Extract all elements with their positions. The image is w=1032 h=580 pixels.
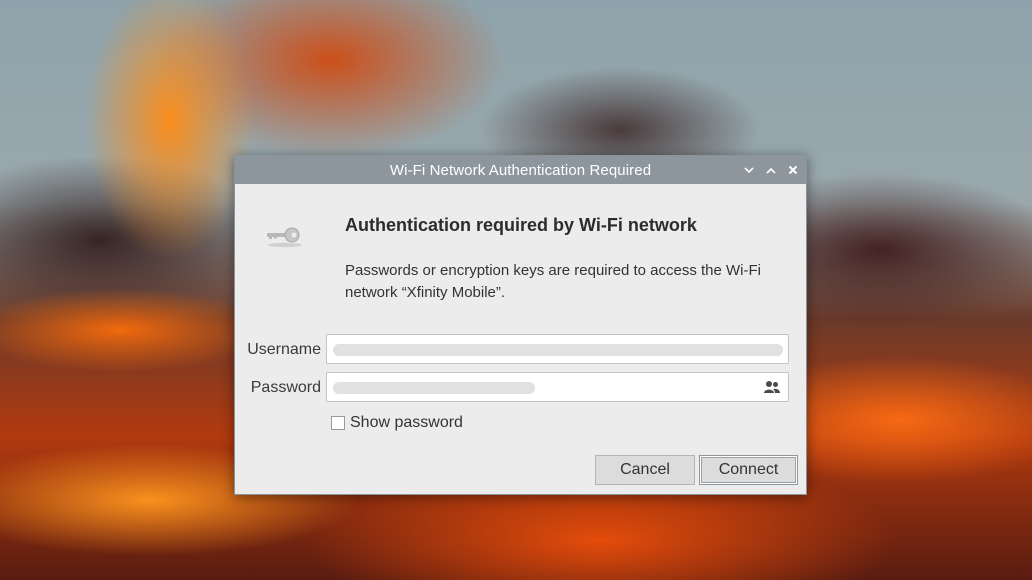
- password-field[interactable]: [326, 372, 789, 402]
- titlebar[interactable]: Wi-Fi Network Authentication Required: [235, 156, 806, 184]
- password-value-redacted: [333, 382, 535, 394]
- dialog-description: Passwords or encryption keys are require…: [345, 262, 761, 301]
- username-value-redacted: [333, 344, 783, 356]
- username-field[interactable]: [326, 334, 789, 364]
- window-controls: [742, 156, 800, 184]
- dialog-title: Wi-Fi Network Authentication Required: [389, 161, 652, 179]
- minimize-icon[interactable]: [742, 163, 756, 177]
- auth-dialog: Wi-Fi Network Authentication Required Au…: [234, 155, 807, 495]
- show-password-checkbox[interactable]: [331, 416, 345, 430]
- show-password-label: Show password: [350, 414, 463, 431]
- close-icon[interactable]: [786, 163, 800, 177]
- password-label: Password: [250, 379, 321, 396]
- connect-button[interactable]: Connect: [699, 455, 798, 485]
- key-icon: [267, 227, 302, 248]
- maximize-icon[interactable]: [764, 163, 778, 177]
- dialog-heading: Authentication required by Wi-Fi network: [345, 215, 697, 235]
- username-label: Username: [247, 341, 321, 358]
- people-icon[interactable]: [764, 380, 780, 394]
- cancel-button[interactable]: Cancel: [595, 455, 695, 485]
- show-password-toggle[interactable]: Show password: [331, 414, 463, 432]
